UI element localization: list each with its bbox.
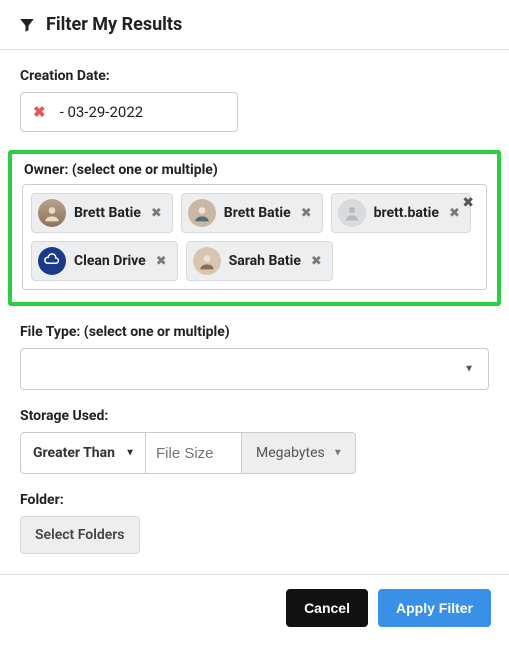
owner-chip[interactable]: brett.batie ✖ [331,193,471,233]
owner-chip-box[interactable]: ✖ Brett Batie ✖ Brett Batie ✖ brett [22,184,487,290]
storage-unit-value: Megabytes [256,445,325,461]
remove-chip-icon[interactable]: ✖ [301,206,312,221]
dialog-footer: Cancel Apply Filter [0,574,509,641]
filter-icon [18,16,36,34]
remove-chip-icon[interactable]: ✖ [156,254,167,269]
storage-unit-select[interactable]: Megabytes ▼ [242,432,356,474]
owner-chip-label: Clean Drive [74,253,146,269]
file-type-section: File Type: (select one or multiple) ▼ [20,324,489,390]
remove-chip-icon[interactable]: ✖ [311,254,322,269]
folder-section: Folder: Select Folders [20,492,489,554]
avatar-logo [38,247,66,275]
owner-chip-label: Brett Batie [74,205,141,221]
owner-chip-label: Sarah Batie [229,253,301,269]
select-folders-button[interactable]: Select Folders [20,516,140,554]
cancel-button[interactable]: Cancel [286,589,368,627]
apply-filter-button[interactable]: Apply Filter [378,589,491,627]
dialog-header: Filter My Results [0,0,509,50]
creation-date-section: Creation Date: ✖ - 03-29-2022 [20,68,489,132]
creation-date-label: Creation Date: [20,68,489,84]
file-type-label: File Type: (select one or multiple) [20,324,489,340]
owner-chip[interactable]: Clean Drive ✖ [31,241,178,281]
avatar [188,199,216,227]
chevron-down-icon: ▼ [464,364,474,375]
file-size-input[interactable] [146,432,242,474]
owner-chip[interactable]: Sarah Batie ✖ [186,241,333,281]
clear-date-icon[interactable]: ✖ [33,103,46,121]
creation-date-value: - 03-29-2022 [60,103,144,121]
avatar [193,247,221,275]
remove-chip-icon[interactable]: ✖ [151,206,162,221]
storage-label: Storage Used: [20,408,489,424]
owner-chip[interactable]: Brett Batie ✖ [181,193,323,233]
storage-comparator-value: Greater Than [33,445,115,461]
folder-label: Folder: [20,492,489,508]
storage-comparator-select[interactable]: Greater Than ▼ [20,432,146,474]
chevron-down-icon: ▼ [125,448,135,459]
owner-chip-label: brett.batie [374,205,439,221]
file-type-select[interactable]: ▼ [20,348,489,390]
owner-label: Owner: (select one or multiple) [24,162,487,178]
storage-section: Storage Used: Greater Than ▼ Megabytes ▼ [20,408,489,474]
avatar-placeholder [338,199,366,227]
creation-date-input[interactable]: ✖ - 03-29-2022 [20,92,238,132]
owner-chip[interactable]: Brett Batie ✖ [31,193,173,233]
clear-all-owners-icon[interactable]: ✖ [462,195,474,211]
dialog-title: Filter My Results [46,14,182,35]
avatar [38,199,66,227]
remove-chip-icon[interactable]: ✖ [449,206,460,221]
owner-chip-label: Brett Batie [224,205,291,221]
owner-section: Owner: (select one or multiple) ✖ Brett … [8,150,501,306]
chevron-down-icon: ▼ [333,448,343,459]
